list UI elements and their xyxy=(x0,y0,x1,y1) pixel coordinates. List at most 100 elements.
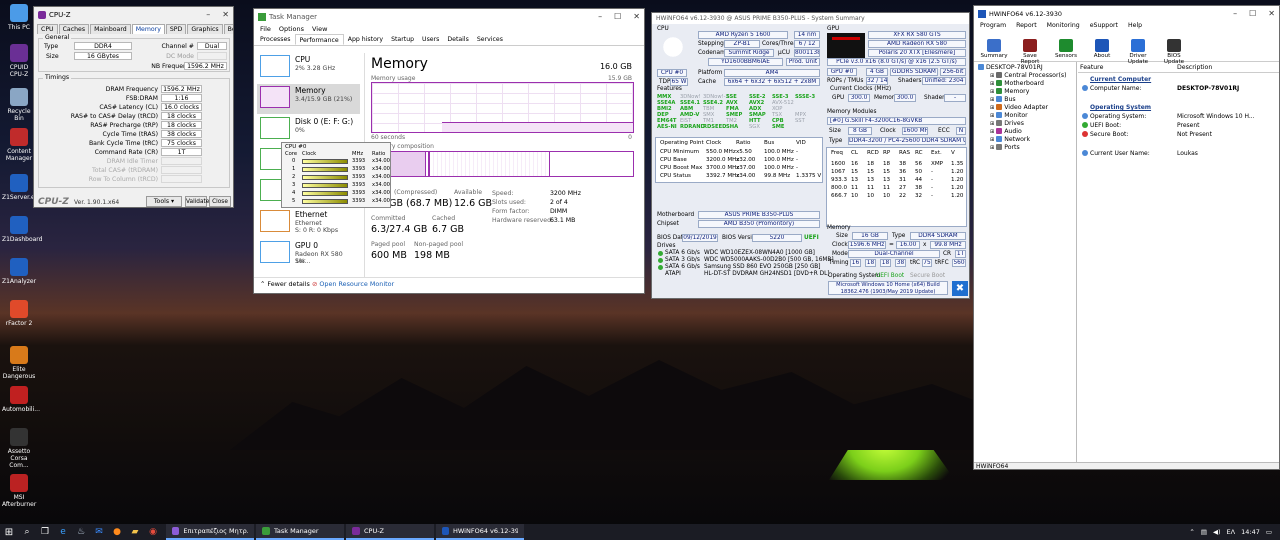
menu-report[interactable]: Report xyxy=(1016,22,1037,29)
cpu-select[interactable]: CPU #0 xyxy=(657,69,687,77)
tree-item-memory[interactable]: ⊞ Memory xyxy=(990,88,1029,95)
search-icon[interactable]: ⌕ xyxy=(20,525,34,539)
tree-item-motherboard[interactable]: ⊞ Motherboard xyxy=(990,80,1044,87)
close-dialog-button[interactable]: Close xyxy=(209,196,231,207)
toolbar-driver-update[interactable]: Driver Update xyxy=(1121,39,1155,65)
menu-options[interactable]: Options xyxy=(279,25,304,33)
sidebar-item-gpu-0[interactable]: GPU 0 Radeon RX 580 Ser... 1% xyxy=(257,239,360,269)
desktop-icon-z1server-exe[interactable]: Z1Server.exe xyxy=(2,174,42,201)
close-button[interactable]: ✕ xyxy=(1268,9,1275,18)
taskbar-app-hwinfo64-v6-12-3930[interactable]: HWiNFO64 v6.12-3930 xyxy=(436,524,524,540)
hwinfo-summary-window[interactable]: HWiNFO64 v6.12-3930 @ ASUS PRIME B350-PL… xyxy=(651,12,970,299)
maximize-button[interactable]: ☐ xyxy=(614,12,621,21)
desktop-icon-automobili[interactable]: Automobili... xyxy=(2,386,40,413)
desktop-icon-elite-dangerous[interactable]: Elite Dangerous xyxy=(2,346,36,380)
tree-item-monitor[interactable]: ⊞ Monitor xyxy=(990,112,1028,119)
menu-program[interactable]: Program xyxy=(980,22,1006,29)
tab-memory[interactable]: Memory xyxy=(131,24,165,34)
minimize-button[interactable]: – xyxy=(206,10,210,19)
hwsum-titlebar[interactable]: HWiNFO64 v6.12-3930 @ ASUS PRIME B350-PL… xyxy=(652,13,969,24)
sidebar-item-disk-0-e-f-g[interactable]: Disk 0 (E: F: G:) 0% xyxy=(257,115,360,145)
minimize-button[interactable]: – xyxy=(1233,9,1237,18)
tab-processes[interactable]: Processes xyxy=(256,34,295,45)
gpu-select[interactable]: GPU #0 xyxy=(827,68,857,76)
sidebar-item-memory[interactable]: Memory 3.4/15.9 GB (21%) xyxy=(257,84,360,114)
tab-details[interactable]: Details xyxy=(443,34,472,45)
maximize-button[interactable]: ☐ xyxy=(1249,9,1256,18)
taskbar-app-task-manager[interactable]: Task Manager xyxy=(256,524,344,540)
tree-item-ports[interactable]: ⊞ Ports xyxy=(990,144,1020,151)
tree-item-audio[interactable]: ⊞ Audio xyxy=(990,128,1022,135)
tab-graphics[interactable]: Graphics xyxy=(187,24,223,34)
menu-monitoring[interactable]: Monitoring xyxy=(1047,22,1080,29)
language-indicator[interactable]: ΕΛ xyxy=(1227,528,1236,536)
outlook-icon[interactable]: ✉ xyxy=(92,525,106,539)
tab-bench[interactable]: Bench xyxy=(223,24,233,34)
close-button[interactable]: ✕ xyxy=(633,12,640,21)
menu-help[interactable]: Help xyxy=(1128,22,1142,29)
desktop-icon-z1analyzer[interactable]: Z1Analyzer xyxy=(2,258,36,285)
tab-mainboard[interactable]: Mainboard xyxy=(90,24,131,34)
volume-icon[interactable]: ◀) xyxy=(1213,528,1221,536)
toolbar-sensors[interactable]: Sensors xyxy=(1049,39,1083,59)
desktop-icon-assetto-corsa-com[interactable]: Assetto Corsa Com... xyxy=(2,428,36,469)
edge-icon[interactable]: e xyxy=(56,525,70,539)
clock[interactable]: 14:47 xyxy=(1241,528,1260,536)
minimize-button[interactable]: – xyxy=(598,12,602,21)
toolbar-save-report[interactable]: Save Report xyxy=(1013,39,1047,65)
tab-caches[interactable]: Caches xyxy=(58,24,90,34)
desktop-icon-recycle-bin[interactable]: Recycle Bin xyxy=(2,88,36,122)
desktop-icon-rfactor-2[interactable]: rFactor 2 xyxy=(2,300,36,327)
toolbar-bios-update[interactable]: BIOS Update xyxy=(1157,39,1191,65)
taskbar-app-[interactable]: Επιτραπέζιος Μητρ... xyxy=(166,524,254,540)
cpuz-titlebar[interactable]: CPU-Z – ✕ xyxy=(34,7,233,22)
tab-services[interactable]: Services xyxy=(473,34,507,45)
tree-item-bus[interactable]: ⊞ Bus xyxy=(990,96,1016,103)
sidebar-item-ethernet[interactable]: Ethernet Ethernet S: 0 R: 0 Kbps xyxy=(257,208,360,238)
desktop-icon-cpuid-cpu-z[interactable]: CPUID CPU-Z xyxy=(2,44,36,78)
desktop-icon-z1dashboard[interactable]: Z1Dashboard xyxy=(2,216,42,243)
sidebar-item-cpu[interactable]: CPU 2% 3.28 GHz xyxy=(257,53,360,83)
desktop-icon-msi-afterburner[interactable]: MSI Afterburner xyxy=(2,474,36,508)
notifications-icon[interactable]: ▭ xyxy=(1266,528,1272,536)
cpu-clock-popup[interactable]: CPU #0 Core Clock MHz Ratio 0 3393 x34.00 1 339… xyxy=(281,142,391,208)
file-explorer-icon[interactable]: ▰ xyxy=(128,525,142,539)
menu-view[interactable]: View xyxy=(312,25,327,33)
tab-cpu[interactable]: CPU xyxy=(37,24,58,34)
steam-icon[interactable]: ♨ xyxy=(74,525,88,539)
hwmain-titlebar[interactable]: HWiNFO64 v6.12-3930 – ☐ ✕ xyxy=(974,6,1279,21)
desktop-icon-this-pc[interactable]: This PC xyxy=(2,4,36,31)
firefox-icon[interactable]: ● xyxy=(110,525,124,539)
menu-esupport[interactable]: eSupport xyxy=(1090,22,1118,29)
menu-file[interactable]: File xyxy=(260,25,271,33)
tab-spd[interactable]: SPD xyxy=(165,24,187,34)
tools-button[interactable]: Tools ▾ xyxy=(146,196,182,207)
tree-item-video-adapter[interactable]: ⊞ Video Adapter xyxy=(990,104,1048,111)
tree-item-drives[interactable]: ⊞ Drives xyxy=(990,120,1024,127)
toolbar-about[interactable]: About xyxy=(1085,39,1119,59)
resource-monitor-link[interactable]: ⊘ Open Resource Monitor xyxy=(312,280,394,288)
desktop-icon-content-manager[interactable]: Content Manager xyxy=(2,128,36,162)
validate-button[interactable]: Validate xyxy=(185,196,209,207)
close-summary-button[interactable]: ✖ xyxy=(952,281,968,296)
tab-users[interactable]: Users xyxy=(418,34,443,45)
start-icon[interactable]: ⊞ xyxy=(2,525,16,539)
hwinfo-main-window[interactable]: HWiNFO64 v6.12-3930 – ☐ ✕ Program Report Mon… xyxy=(973,5,1280,470)
close-button[interactable]: ✕ xyxy=(222,10,229,19)
tab-app-history[interactable]: App history xyxy=(344,34,387,45)
network-icon[interactable]: ▤ xyxy=(1201,528,1207,536)
cpuz-window[interactable]: CPU-Z – ✕ CPU Caches Mainboard Memory SPD Grap… xyxy=(33,6,234,208)
module-select[interactable]: [#0] G.Skill F4-3200C16-8GVKB xyxy=(827,117,966,125)
tree-item-network[interactable]: ⊞ Network xyxy=(990,136,1030,143)
taskbar-app-cpu-z[interactable]: CPU-Z xyxy=(346,524,434,540)
fewer-details-link[interactable]: ⌃ Fewer details xyxy=(260,280,310,288)
tab-startup[interactable]: Startup xyxy=(387,34,418,45)
tab-performance[interactable]: Performance xyxy=(294,34,344,45)
taskmgr-titlebar[interactable]: Task Manager – ☐ ✕ xyxy=(254,9,644,24)
task-view-icon[interactable]: ❐ xyxy=(38,525,52,539)
tree-item-central-processor-s[interactable]: ⊞ Central Processor(s) xyxy=(990,72,1067,79)
toolbar-summary[interactable]: Summary xyxy=(977,39,1011,59)
chrome-icon[interactable]: ◉ xyxy=(146,525,160,539)
tree-root[interactable]: DESKTOP-78V01RJ xyxy=(978,64,1043,71)
tray-chevron-icon[interactable]: ⌃ xyxy=(1189,528,1194,536)
